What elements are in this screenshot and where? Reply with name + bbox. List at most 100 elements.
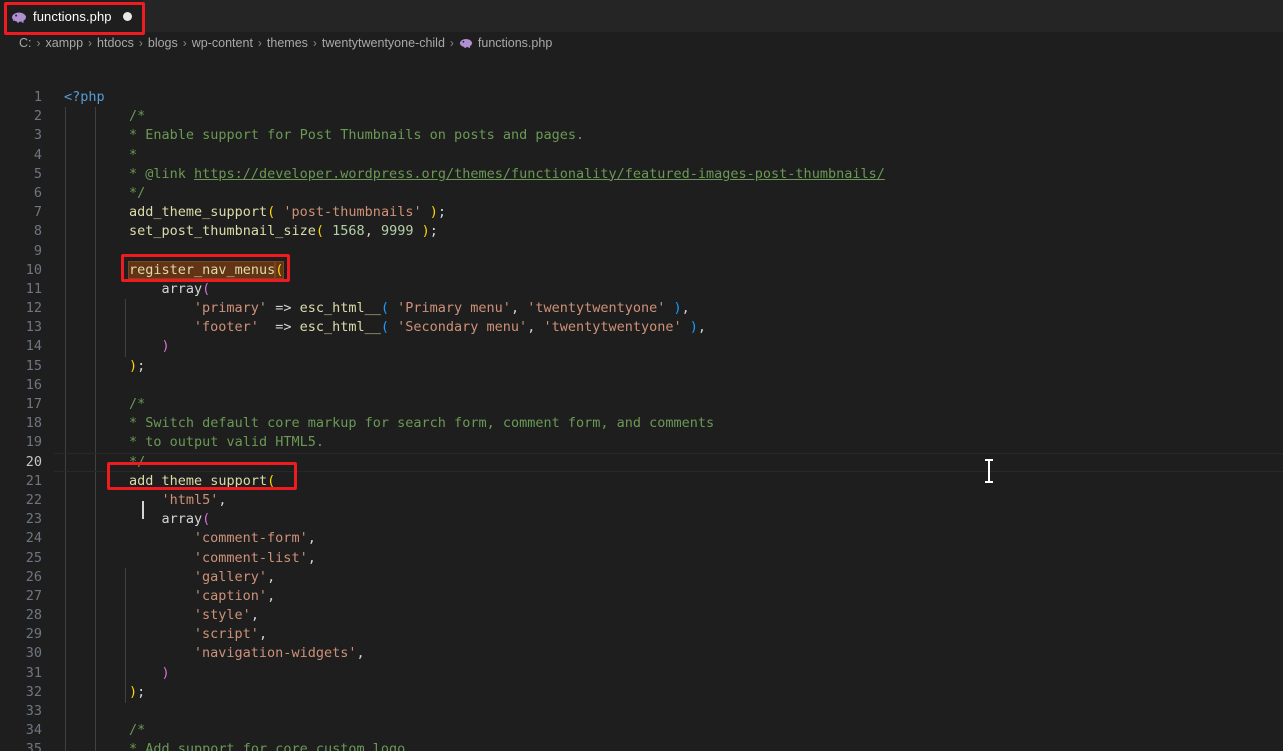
code-line[interactable]: 14) [0, 337, 1283, 356]
code-token: , [267, 587, 276, 604]
code-line[interactable]: 22 'html5', [0, 491, 1283, 510]
code-editor[interactable]: 1 <?php 2 /* 3 * Enable support for Post Thum… [0, 54, 1283, 751]
editor-tab-functions-php[interactable]: functions.php [0, 0, 143, 32]
code-text[interactable]: * [129, 146, 137, 165]
code-line[interactable]: 28 'style', [0, 606, 1283, 625]
code-text[interactable]: 'gallery', [194, 568, 275, 587]
code-line[interactable]: 13 'footer' => esc_html__( 'Secondary men… [0, 318, 1283, 337]
breadcrumb-item-wp-content[interactable]: wp-content [192, 36, 253, 50]
line-number: 25 [25, 549, 42, 566]
code-text[interactable]: * @link https://developer.wordpress.org/… [129, 165, 885, 184]
breadcrumb-item-drive[interactable]: C: [19, 36, 32, 50]
code-text[interactable]: ) [161, 664, 169, 683]
code-line[interactable]: 4 * [0, 146, 1283, 165]
code-text[interactable]: array( [161, 280, 210, 299]
code-text[interactable]: array( [161, 510, 210, 529]
code-line[interactable]: 20 */ [0, 452, 1283, 472]
code-text[interactable]: */ [129, 184, 145, 203]
code-text[interactable]: 'comment-form', [194, 529, 316, 548]
line-number: 3 [33, 127, 42, 144]
breadcrumb-item-htdocs[interactable]: htdocs [97, 36, 134, 50]
code-text[interactable]: 'html5', [161, 491, 226, 510]
code-line[interactable]: 17 /* [0, 395, 1283, 414]
code-line[interactable]: 9 [0, 242, 1283, 261]
code-text[interactable]: add_theme_support( 'post-thumbnails' ); [129, 203, 446, 222]
code-text[interactable]: 'navigation-widgets', [194, 644, 365, 663]
unsaved-changes-dot-icon[interactable] [122, 12, 132, 21]
php-elephant-icon [11, 9, 27, 25]
code-line[interactable]: 8 set_post_thumbnail_size( 1568, 9999 ); [0, 222, 1283, 241]
breadcrumb-separator-icon: › [449, 36, 454, 50]
code-token: 'caption' [193, 587, 268, 604]
code-text[interactable]: /* [129, 395, 145, 414]
code-text[interactable]: add_theme_support( [129, 472, 275, 491]
code-text[interactable]: 'footer' => esc_html__( 'Secondary menu'… [194, 318, 706, 337]
code-line[interactable]: 23 array( [0, 510, 1283, 529]
code-text[interactable]: */ [129, 453, 145, 472]
code-line[interactable]: 25 'comment-list', [0, 549, 1283, 568]
code-token: add_theme_support [128, 472, 268, 489]
code-line[interactable]: 12 'primary' => esc_html__( 'Primary menu… [0, 299, 1283, 318]
code-text[interactable]: /* [129, 107, 145, 126]
line-number: 14 [25, 338, 42, 355]
code-text[interactable]: * Switch default core markup for search … [129, 414, 714, 433]
code-text[interactable]: 'script', [194, 625, 267, 644]
code-text[interactable]: 'comment-list', [194, 549, 316, 568]
code-token: esc_html__ [299, 319, 381, 336]
code-line[interactable]: 11 array( [0, 280, 1283, 299]
code-line[interactable]: 1 <?php [0, 88, 1283, 107]
code-line[interactable]: 24 'comment-form', [0, 529, 1283, 548]
code-text[interactable]: 'caption', [194, 587, 275, 606]
code-line[interactable]: 32); [0, 683, 1283, 702]
code-line[interactable]: 3 * Enable support for Post Thumbnails on… [0, 126, 1283, 145]
breadcrumb-item-xampp[interactable]: xampp [46, 36, 84, 50]
code-token: 'comment-list' [193, 549, 308, 566]
code-line[interactable]: 31) [0, 664, 1283, 683]
code-text[interactable]: set_post_thumbnail_size( 1568, 9999 ); [129, 222, 438, 241]
line-number: 34 [25, 722, 42, 739]
code-line[interactable]: 16 [0, 376, 1283, 395]
line-number: 12 [25, 300, 42, 317]
breadcrumb-item-twentytwentyone-child[interactable]: twentytwentyone-child [322, 36, 445, 50]
code-text[interactable]: <?php [64, 88, 105, 107]
code-text[interactable]: ); [129, 683, 145, 702]
code-text[interactable]: register_nav_menus( [127, 260, 285, 280]
code-line[interactable]: 15); [0, 357, 1283, 376]
code-token: */ [128, 184, 146, 201]
code-line[interactable]: 29 'script', [0, 625, 1283, 644]
code-lines[interactable]: 1 <?php 2 /* 3 * Enable support for Post Thum… [0, 88, 1283, 751]
code-line[interactable]: 10 register_nav_menus( [0, 260, 1283, 280]
code-token: ( [267, 472, 276, 489]
code-line[interactable]: 26 'gallery', [0, 568, 1283, 587]
breadcrumb-item-blogs[interactable]: blogs [148, 36, 178, 50]
code-token: , [218, 491, 227, 508]
code-token: ) [161, 338, 170, 355]
code-line[interactable]: 33 [0, 702, 1283, 721]
code-line[interactable]: 21 add_theme_support( [0, 472, 1283, 491]
code-text[interactable]: 'style', [194, 606, 259, 625]
code-line[interactable]: 19 * to output valid HTML5. [0, 433, 1283, 452]
code-line[interactable]: 5 * @link https://developer.wordpress.org… [0, 165, 1283, 184]
code-text[interactable]: * to output valid HTML5. [129, 433, 324, 452]
code-line[interactable]: 27 'caption', [0, 587, 1283, 606]
code-token: ( [380, 300, 389, 317]
breadcrumb-item-functions-php[interactable]: functions.php [459, 36, 552, 50]
code-text[interactable]: * Add support for core custom logo. [129, 740, 413, 751]
code-line[interactable]: 18 * Switch default core markup for searc… [0, 414, 1283, 433]
code-text[interactable]: 'primary' => esc_html__( 'Primary menu',… [194, 299, 690, 318]
code-text[interactable]: /* [129, 721, 145, 740]
code-text[interactable]: ); [129, 357, 145, 376]
code-line[interactable]: 30 'navigation-widgets', [0, 644, 1283, 663]
code-line[interactable]: 6 */ [0, 184, 1283, 203]
breadcrumb-item-themes[interactable]: themes [267, 36, 308, 50]
code-line[interactable]: 35 * Add support for core custom logo. [0, 740, 1283, 751]
code-line[interactable]: 34 /* [0, 721, 1283, 740]
code-text[interactable]: ) [161, 337, 169, 356]
code-line[interactable]: 7 add_theme_support( 'post-thumbnails' ); [0, 203, 1283, 222]
code-line[interactable]: 2 /* [0, 107, 1283, 126]
code-text[interactable]: * Enable support for Post Thumbnails on … [129, 126, 584, 145]
code-token: 1568 [332, 223, 365, 240]
line-number: 21 [25, 472, 42, 489]
